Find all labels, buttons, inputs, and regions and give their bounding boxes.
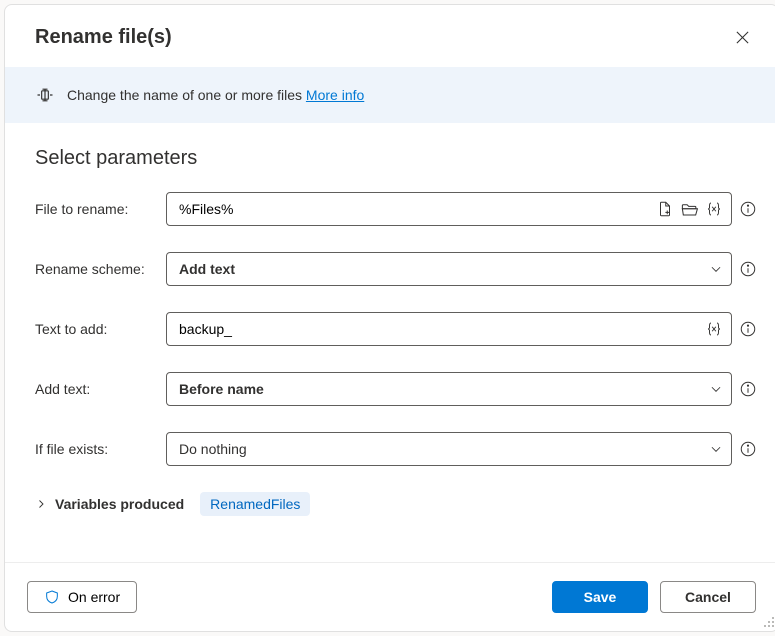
dialog-header: Rename file(s) <box>5 5 775 67</box>
info-icon[interactable] <box>738 199 758 219</box>
info-icon[interactable] <box>738 259 758 279</box>
row-text-to-add: Text to add: <box>35 312 758 346</box>
variables-produced-label: Variables produced <box>55 496 184 512</box>
chevron-right-icon <box>35 498 47 510</box>
label-file-to-rename: File to rename: <box>35 201 160 217</box>
shield-icon <box>44 589 60 605</box>
close-icon <box>735 30 750 45</box>
save-button[interactable]: Save <box>552 581 648 613</box>
text-to-add-input[interactable] <box>179 321 699 337</box>
label-add-text: Add text: <box>35 381 160 397</box>
row-if-file-exists: If file exists: Do nothing <box>35 432 758 466</box>
rename-action-icon <box>35 85 55 105</box>
variables-produced-row[interactable]: Variables produced RenamedFiles <box>35 492 758 516</box>
dialog-title: Rename file(s) <box>35 26 172 49</box>
row-file-to-rename: File to rename: <box>35 192 758 226</box>
input-wrap-file-to-rename <box>166 192 732 226</box>
input-wrap-text-to-add <box>166 312 732 346</box>
rename-files-dialog: Rename file(s) Change the name of one or… <box>4 4 775 632</box>
variable-picker-icon[interactable] <box>705 200 723 218</box>
info-icon[interactable] <box>738 319 758 339</box>
dialog-footer: On error Save Cancel <box>5 562 775 631</box>
row-rename-scheme: Rename scheme: Add text <box>35 252 758 286</box>
info-banner-message: Change the name of one or more files <box>67 87 306 103</box>
add-text-select[interactable]: Before name <box>166 372 732 406</box>
on-error-button[interactable]: On error <box>27 581 137 613</box>
add-text-value: Before name <box>179 381 703 397</box>
file-select-icon[interactable] <box>656 200 674 218</box>
label-text-to-add: Text to add: <box>35 321 160 337</box>
chevron-down-icon <box>709 262 723 276</box>
rename-scheme-select[interactable]: Add text <box>166 252 732 286</box>
info-icon[interactable] <box>738 439 758 459</box>
if-file-exists-select[interactable]: Do nothing <box>166 432 732 466</box>
if-file-exists-value: Do nothing <box>179 441 703 457</box>
rename-scheme-value: Add text <box>179 261 703 277</box>
variable-chip[interactable]: RenamedFiles <box>200 492 310 516</box>
footer-actions: Save Cancel <box>552 581 756 613</box>
info-banner: Change the name of one or more files Mor… <box>5 67 775 123</box>
chevron-down-icon <box>709 442 723 456</box>
info-banner-text: Change the name of one or more files Mor… <box>67 87 364 103</box>
chevron-down-icon <box>709 382 723 396</box>
variable-picker-icon[interactable] <box>705 320 723 338</box>
cancel-button[interactable]: Cancel <box>660 581 756 613</box>
label-if-file-exists: If file exists: <box>35 441 160 457</box>
info-icon[interactable] <box>738 379 758 399</box>
dialog-body: Select parameters File to rename: <box>5 123 775 562</box>
row-add-text: Add text: Before name <box>35 372 758 406</box>
folder-select-icon[interactable] <box>680 200 699 219</box>
file-to-rename-input[interactable] <box>179 201 650 217</box>
resize-grip[interactable] <box>763 616 775 628</box>
more-info-link[interactable]: More info <box>306 87 364 103</box>
close-button[interactable] <box>730 25 754 49</box>
label-rename-scheme: Rename scheme: <box>35 261 160 277</box>
section-title: Select parameters <box>35 147 758 170</box>
on-error-label: On error <box>68 589 120 605</box>
